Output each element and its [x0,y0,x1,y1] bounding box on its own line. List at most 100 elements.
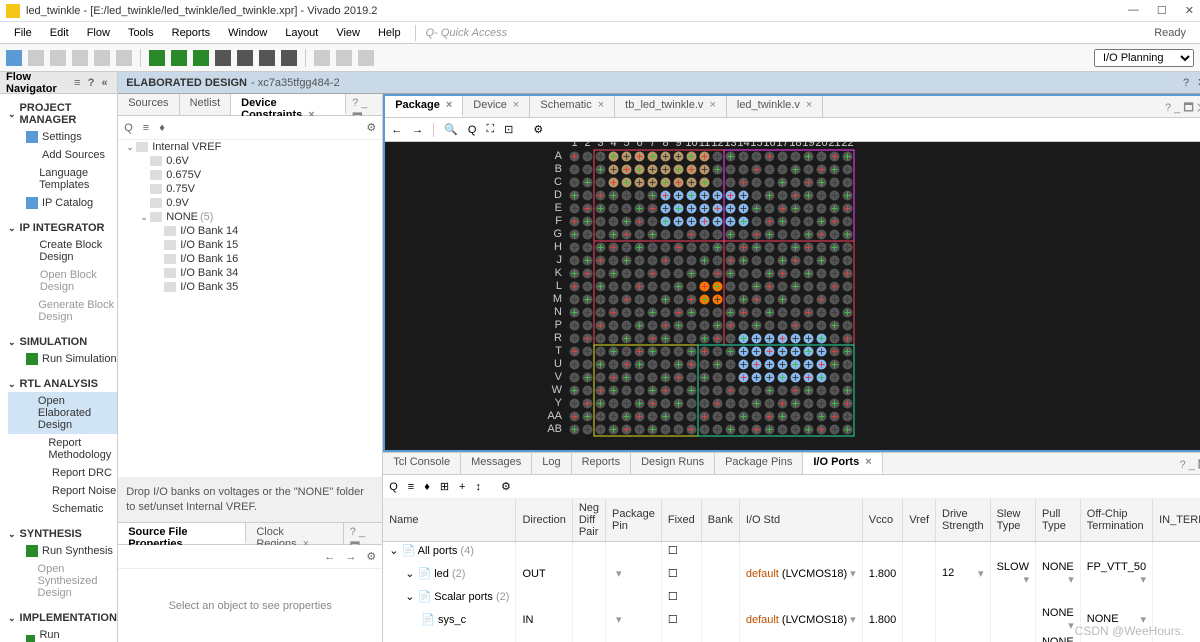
close-all-icon[interactable] [358,50,374,66]
io-group-icon[interactable]: ⊞ [440,480,449,493]
tab-device-constraints[interactable]: Device Constraints [231,94,346,115]
settings-icon[interactable] [259,50,275,66]
nav-item-add-sources[interactable]: Add Sources [8,146,117,164]
menu-tools[interactable]: Tools [120,25,162,41]
io-row-led[interactable]: ⌄ 📄 led (2)OUT☐default (LVCMOS18) ▾1.800… [383,559,1200,588]
flow-nav-collapse-icon[interactable]: ≡ [74,77,84,89]
refresh-icon[interactable] [237,50,253,66]
io-header-bank[interactable]: Bank [701,499,739,542]
menu-layout[interactable]: Layout [277,25,326,41]
save-icon[interactable] [28,50,44,66]
io-add-icon[interactable]: + [459,481,465,493]
close-button[interactable]: ✕ [1185,4,1194,17]
elab-help-icon[interactable]: ? [1183,77,1189,89]
collapse-all-icon[interactable]: ≡ [143,122,149,134]
tree-i-o-bank-34[interactable]: I/O Bank 34 [118,266,382,280]
view-settings-icon[interactable]: ⚙ [366,121,376,134]
nav-item-open-synthesized-design[interactable]: Open Synthesized Design [8,560,117,602]
maximize-button[interactable]: ☐ [1157,4,1167,17]
package-view[interactable]: 12345678910111213141516171819202122ABCDE… [385,142,1200,450]
nav-section-implementation[interactable]: ⌄IMPLEMENTATION [8,610,117,626]
copy-icon[interactable] [94,50,110,66]
tab-led_twinkle-v[interactable]: led_twinkle.v [727,96,823,117]
io-search-icon[interactable]: Q [389,481,398,493]
tab-i-o-ports[interactable]: I/O Ports [803,453,882,474]
tab-schematic[interactable]: Schematic [530,96,615,117]
tree-0.9V[interactable]: 0.9V [118,196,382,210]
tree-none[interactable]: ⌄NONE (5) [118,210,382,224]
zoom-out-icon[interactable]: Q [468,124,477,136]
nav-item-run-synthesis[interactable]: Run Synthesis [8,542,117,560]
menu-help[interactable]: Help [370,25,409,41]
tab-package-pins[interactable]: Package Pins [715,453,803,474]
nav-item-create-block-design[interactable]: Create Block Design [8,236,117,266]
tab-source-file-properties[interactable]: Source File Properties [118,523,246,544]
io-header-off-chip-termination[interactable]: Off-Chip Termination [1080,499,1152,542]
open-icon[interactable] [6,50,22,66]
io-header-fixed[interactable]: Fixed [661,499,701,542]
minimize-button[interactable]: — [1128,4,1139,17]
expand-all-icon[interactable]: ♦ [159,122,165,134]
nav-item-run-implementation[interactable]: Run Implementation [8,626,117,642]
props-settings-icon[interactable]: ⚙ [366,550,376,563]
nav-item-report-noise[interactable]: Report Noise [8,482,117,500]
menu-edit[interactable]: Edit [42,25,77,41]
nav-section-rtl-analysis[interactable]: ⌄RTL ANALYSIS [8,376,117,392]
tab-netlist[interactable]: Netlist [180,94,232,115]
sigma-icon[interactable] [281,50,297,66]
tree-0.75V[interactable]: 0.75V [118,182,382,196]
nav-section-project-manager[interactable]: ⌄PROJECT MANAGER [8,100,117,128]
tree-i-o-bank-15[interactable]: I/O Bank 15 [118,238,382,252]
tab-package[interactable]: Package [385,96,463,117]
io-header-name[interactable]: Name [383,499,516,542]
io-header-direction[interactable]: Direction [516,499,572,542]
run-back-icon[interactable] [149,50,165,66]
io-header-slew-type[interactable]: Slew Type [990,499,1035,542]
tab-sources[interactable]: Sources [118,94,179,115]
io-header-vref[interactable]: Vref [903,499,936,542]
io-row-scalar-ports[interactable]: ⌄ 📄 Scalar ports (2)☐ [383,588,1200,605]
tree-i-o-bank-16[interactable]: I/O Bank 16 [118,252,382,266]
tab-clock-regions[interactable]: Clock Regions [246,523,343,544]
zoom-in-icon[interactable]: 🔍 [444,123,458,136]
tab-device[interactable]: Device [463,96,530,117]
nav-item-generate-block-design[interactable]: Generate Block Design [8,296,117,326]
menu-view[interactable]: View [328,25,368,41]
run-step-icon[interactable] [193,50,209,66]
tree-0.6V[interactable]: 0.6V [118,154,382,168]
nav-item-open-elaborated-design[interactable]: Open Elaborated Design [8,392,117,434]
tab-reports[interactable]: Reports [572,453,632,474]
nav-section-simulation[interactable]: ⌄SIMULATION [8,334,117,350]
io-settings-icon[interactable]: ⚙ [501,480,511,493]
nav-item-language-templates[interactable]: Language Templates [8,164,117,194]
nav-item-run-simulation[interactable]: Run Simulation [8,350,117,368]
io-header-drive-strength[interactable]: Drive Strength [936,499,991,542]
tab-tb_led_twinkle-v[interactable]: tb_led_twinkle.v [615,96,727,117]
pkg-fwd-icon[interactable]: → [412,124,423,136]
tree-i-o-bank-14[interactable]: I/O Bank 14 [118,224,382,238]
nav-item-report-drc[interactable]: Report DRC [8,464,117,482]
zoom-area-icon[interactable]: ⊡ [504,123,513,136]
io-header-vcco[interactable]: Vcco [862,499,903,542]
tree-internal-vref[interactable]: ⌄Internal VREF [118,140,382,154]
search-icon[interactable]: Q [124,122,133,134]
tree-0.675V[interactable]: 0.675V [118,168,382,182]
io-filter-icon[interactable]: ↕ [475,481,481,493]
undo-icon[interactable] [50,50,66,66]
pkg-back-icon[interactable]: ← [391,124,402,136]
io-header-neg-diff-pair[interactable]: Neg Diff Pair [572,499,605,542]
nav-item-schematic[interactable]: Schematic [8,500,117,518]
nav-section-ip-integrator[interactable]: ⌄IP INTEGRATOR [8,220,117,236]
flow-nav-help-icon[interactable]: ? [88,77,98,89]
tab-tcl-console[interactable]: Tcl Console [383,453,461,474]
menu-window[interactable]: Window [220,25,275,41]
io-row-all-ports[interactable]: ⌄ 📄 All ports (4)☐ [383,542,1200,560]
nav-item-report-methodology[interactable]: Report Methodology [8,434,117,464]
io-header-pull-type[interactable]: Pull Type [1035,499,1080,542]
stop-icon[interactable] [215,50,231,66]
layout-selector[interactable]: I/O Planning [1094,49,1194,67]
io-header-in_term[interactable]: IN_TERM [1153,499,1200,542]
io-expand-icon[interactable]: ♦ [424,481,430,493]
nav-section-synthesis[interactable]: ⌄SYNTHESIS [8,526,117,542]
tree-i-o-bank-35[interactable]: I/O Bank 35 [118,280,382,294]
